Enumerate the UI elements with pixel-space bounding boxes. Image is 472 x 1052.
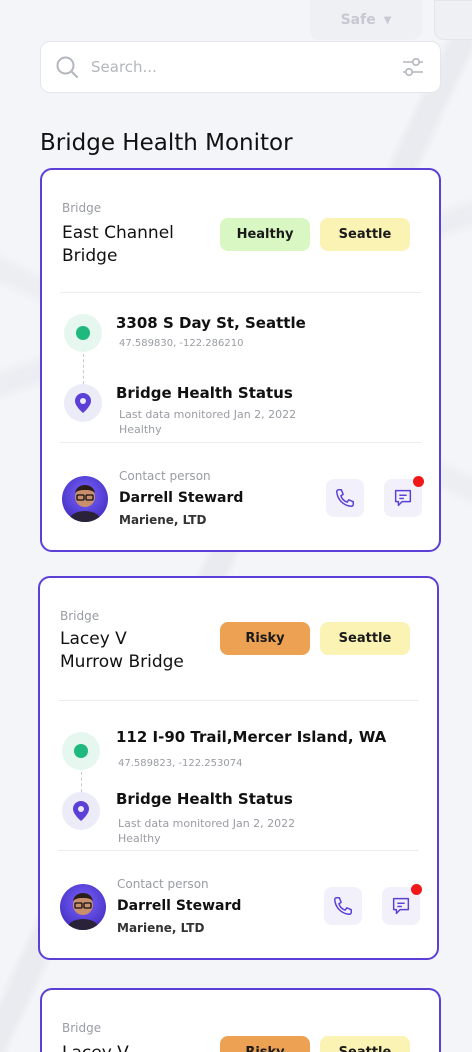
top-dropdown-label: Safe [340, 12, 376, 28]
bridge-label: Bridge [62, 201, 102, 215]
search-bar [40, 41, 441, 93]
search-input[interactable] [91, 58, 400, 76]
city-badge: Seattle [320, 1036, 410, 1052]
contact-name: Darrell Steward [117, 898, 242, 914]
search-icon [56, 56, 78, 78]
call-button[interactable] [326, 479, 364, 517]
notification-dot [413, 476, 424, 487]
contact-company: Mariene, LTD [117, 921, 205, 935]
filter-settings-icon[interactable] [400, 54, 426, 80]
location-dot-icon [62, 732, 100, 770]
avatar [60, 884, 106, 930]
location-dot-icon [64, 314, 102, 352]
bridge-coordinates: 47.589830, -122.286210 [119, 338, 244, 349]
bridge-name: East Channel Bridge [62, 222, 174, 268]
message-icon [392, 897, 410, 915]
message-icon [394, 489, 412, 507]
health-status-details: Last data monitored Jan 2, 2022 Healthy [119, 407, 296, 437]
map-pin-icon [64, 384, 102, 422]
bridge-card[interactable]: Bridge Lacey V Murrow Bridge Risky Seatt… [38, 576, 439, 960]
bridge-name-line-1: Lacey V [62, 1042, 129, 1052]
bridge-name: Lacey V Murrow Bridge [60, 628, 184, 674]
city-badge: Seattle [320, 218, 410, 251]
city-badge: Seattle [320, 622, 410, 655]
bridge-name-line-1: East Channel [62, 223, 174, 243]
message-button[interactable] [384, 476, 424, 517]
timeline-connector [83, 354, 84, 384]
bridge-name: Lacey V [62, 1042, 129, 1052]
health-status-title: Bridge Health Status [116, 384, 293, 402]
chevron-down-icon: ▼ [383, 14, 392, 26]
call-button[interactable] [324, 887, 362, 925]
contact-name: Darrell Steward [119, 490, 244, 506]
avatar [62, 476, 108, 522]
timeline-connector [81, 772, 82, 792]
bridge-coordinates: 47.589823, -122.253074 [118, 758, 243, 769]
card-divider [60, 292, 421, 293]
bridge-label: Bridge [60, 609, 100, 623]
map-pin-icon [62, 792, 100, 830]
card-divider [58, 700, 419, 701]
card-divider [60, 442, 421, 443]
bridge-name-line-2: Bridge [62, 246, 118, 266]
top-dropdown[interactable]: Safe ▼ [310, 0, 422, 40]
status-badge: Risky [220, 622, 310, 655]
notification-dot [411, 884, 422, 895]
status-badge: Risky [220, 1036, 310, 1052]
health-value: Healthy [119, 423, 162, 436]
message-button[interactable] [382, 884, 422, 925]
page-title: Bridge Health Monitor [40, 130, 293, 156]
bridge-address: 112 I-90 Trail,Mercer Island, WA [116, 728, 387, 746]
status-badge: Healthy [220, 218, 310, 251]
bridge-name-line-2: Murrow Bridge [60, 652, 184, 672]
last-monitored: Last data monitored Jan 2, 2022 [118, 817, 296, 830]
contact-label: Contact person [117, 877, 209, 891]
bridge-card[interactable]: Bridge Lacey V Risky Seattle [40, 988, 441, 1052]
last-monitored: Last data monitored Jan 2, 2022 [119, 408, 297, 421]
phone-icon [336, 489, 354, 507]
phone-icon [334, 897, 352, 915]
card-divider [58, 850, 419, 851]
bridge-label: Bridge [62, 1021, 102, 1035]
contact-label: Contact person [119, 469, 211, 483]
health-status-title: Bridge Health Status [116, 790, 293, 808]
top-corner-button[interactable] [434, 0, 472, 40]
bridge-name-line-1: Lacey V [60, 629, 127, 649]
bridge-address: 3308 S Day St, Seattle [116, 314, 306, 332]
health-value: Healthy [118, 832, 161, 845]
contact-company: Mariene, LTD [119, 513, 207, 527]
health-status-details: Last data monitored Jan 2, 2022 Healthy [118, 816, 295, 846]
bridge-card[interactable]: Bridge East Channel Bridge Healthy Seatt… [40, 168, 441, 552]
